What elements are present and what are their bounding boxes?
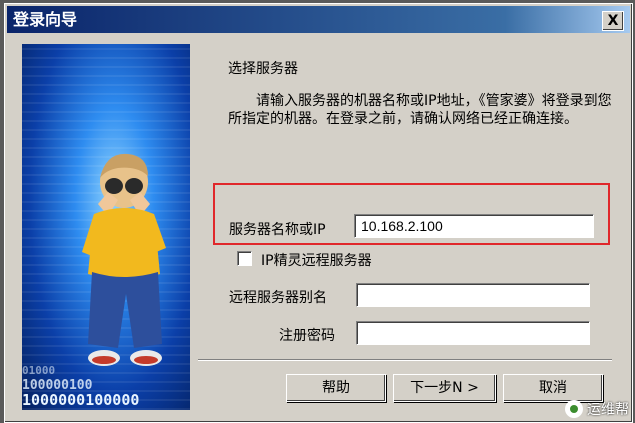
title-bar[interactable]: 登录向导 X [7,6,630,33]
button-separator [198,359,612,361]
register-password-input[interactable] [356,321,590,345]
remote-server-checkbox[interactable] [237,251,252,266]
watermark-text: 运维帮 [587,402,629,418]
cancel-button[interactable]: 取消 [503,374,603,402]
window-title: 登录向导 [13,10,78,29]
remote-alias-label: 远程服务器别名 [229,290,327,306]
next-button[interactable]: 下一步N > [393,374,496,402]
register-password-label: 注册密码 [279,328,335,344]
binary-line: 1000000100000 [22,391,140,409]
close-button[interactable]: X [602,11,624,31]
watermark: 运维帮 [565,399,629,419]
step-description: 请输入服务器的机器名称或IP地址，《管家婆》将登录到您所指定的机器。在登录之前，… [228,93,612,127]
binary-line: 01000 [22,364,56,377]
remote-server-checkbox-label[interactable]: IP精灵远程服务器 [261,250,372,270]
step-heading: 选择服务器 [228,61,298,77]
binary-line: 100000100 [22,378,93,393]
wechat-logo-icon [565,400,583,418]
help-button[interactable]: 帮助 [286,374,386,402]
server-name-input[interactable] [354,214,594,238]
child-with-binoculars-illustration [82,153,166,366]
remote-alias-input[interactable] [356,283,590,307]
binary-digits-decoration: 01000 100000100 1000000100000 [22,363,190,408]
server-name-label: 服务器名称或IP [229,222,326,238]
wizard-banner-image: 01000 100000100 1000000100000 [22,44,190,410]
